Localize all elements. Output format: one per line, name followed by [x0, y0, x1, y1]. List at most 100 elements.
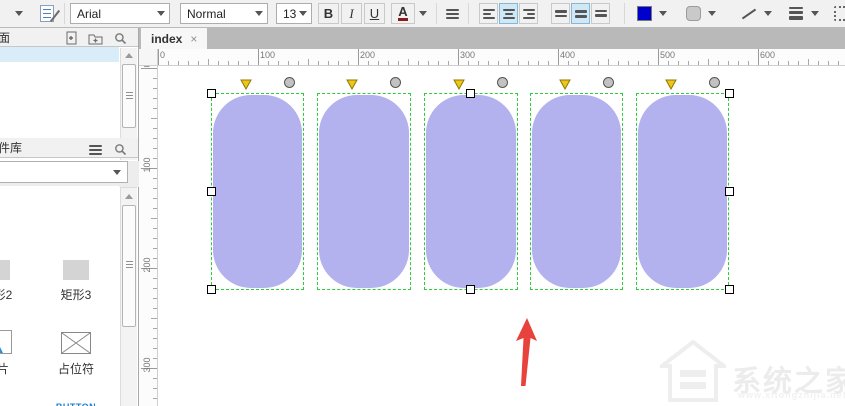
- underline-button[interactable]: U: [364, 3, 385, 24]
- bullet-list-button[interactable]: [441, 3, 463, 24]
- selected-widget[interactable]: [530, 93, 623, 290]
- resize-handle[interactable]: [466, 89, 475, 98]
- resize-handle[interactable]: [725, 187, 734, 196]
- library-item[interactable]: 图片: [0, 328, 37, 377]
- resize-handle[interactable]: [207, 89, 216, 98]
- font-color-button[interactable]: A: [391, 3, 415, 24]
- selected-widget[interactable]: [424, 93, 518, 290]
- bullet-list-icon: [445, 8, 459, 19]
- chevron-down-icon: [15, 11, 23, 16]
- library-item[interactable]: [0, 402, 37, 406]
- valign-middle-button[interactable]: [571, 3, 590, 24]
- line-color-dropdown[interactable]: [761, 3, 775, 24]
- ruler-tick: [278, 61, 279, 65]
- line-width-button[interactable]: [785, 3, 807, 24]
- library-scrollbar[interactable]: [120, 187, 137, 406]
- library-select[interactable]: [0, 161, 128, 183]
- v-ruler-label: 200: [142, 257, 152, 273]
- ruler-tick: [153, 248, 157, 249]
- selected-widget[interactable]: [317, 93, 411, 290]
- chevron-down-icon: [708, 11, 716, 16]
- ruler-tick: [158, 49, 159, 65]
- corner-radius-dropdown[interactable]: [705, 3, 719, 24]
- library-item[interactable]: BUTTON: [36, 402, 116, 406]
- font-color-dropdown[interactable]: [416, 3, 430, 24]
- ruler-tick: [518, 61, 519, 65]
- line-color-button[interactable]: [738, 3, 760, 24]
- valign-top-icon: [554, 10, 567, 17]
- ruler-tick: [178, 61, 179, 65]
- font-family-select[interactable]: Arial: [70, 3, 170, 24]
- search-icon[interactable]: [112, 142, 128, 156]
- valign-top-button[interactable]: [551, 3, 570, 24]
- ruler-tick: [153, 238, 157, 239]
- valign-bottom-button[interactable]: [591, 3, 610, 24]
- format-painter-button[interactable]: [34, 3, 61, 24]
- library-panel-title: 元件库: [0, 141, 23, 155]
- rounded-rectangle-widget[interactable]: [532, 95, 621, 288]
- selected-widget[interactable]: [636, 93, 729, 290]
- rounded-rectangle-widget[interactable]: [319, 95, 409, 288]
- search-icon[interactable]: [112, 31, 128, 45]
- line-color-icon: [741, 8, 757, 19]
- line-style-button[interactable]: [830, 3, 845, 24]
- align-left-button[interactable]: [479, 3, 498, 24]
- ruler-tick: [153, 88, 157, 89]
- fill-color-dropdown[interactable]: [656, 3, 670, 24]
- align-right-button[interactable]: [519, 3, 538, 24]
- fill-color-button[interactable]: [634, 3, 654, 24]
- tab-index[interactable]: index ×: [141, 28, 208, 49]
- ruler-tick: [153, 308, 157, 309]
- library-item[interactable]: 占位符: [36, 328, 116, 377]
- ruler-tick: [268, 61, 269, 65]
- ruler-tick: [198, 61, 199, 65]
- rounded-rectangle-widget[interactable]: [426, 95, 516, 288]
- h-ruler-label: 0: [160, 50, 166, 60]
- add-page-icon[interactable]: [64, 31, 80, 45]
- rounded-rectangle-widget[interactable]: [638, 95, 727, 288]
- toolbar-separator: [624, 3, 625, 24]
- add-folder-icon[interactable]: [87, 31, 103, 45]
- ruler-tick: [153, 288, 157, 289]
- h-ruler-label: 200: [360, 50, 376, 60]
- placeholder-icon: [36, 328, 116, 354]
- ruler-tick: [698, 61, 699, 65]
- font-style-select[interactable]: Normal: [180, 3, 268, 24]
- library-item[interactable]: 矩形3: [36, 254, 116, 303]
- library-scrollbar-thumb[interactable]: [122, 205, 136, 327]
- selected-widget[interactable]: [211, 93, 304, 290]
- line-width-icon: [789, 7, 803, 20]
- italic-button[interactable]: I: [341, 3, 362, 24]
- ruler-tick: [498, 61, 499, 65]
- resize-handle[interactable]: [466, 285, 475, 294]
- ruler-tick: [418, 61, 419, 65]
- font-size-select[interactable]: 13: [276, 3, 312, 24]
- resize-handle[interactable]: [207, 285, 216, 294]
- chevron-down-icon: [811, 11, 819, 16]
- scroll-up-icon[interactable]: [125, 194, 133, 199]
- toolbar-overflow-dropdown[interactable]: [10, 3, 28, 24]
- pages-scrollbar-thumb[interactable]: [122, 64, 136, 128]
- ruler-tick: [318, 61, 319, 65]
- chevron-down-icon: [255, 11, 263, 16]
- rect-icon: [0, 254, 37, 280]
- page-tree-selected-item[interactable]: [0, 47, 119, 62]
- format-toolbar: Arial Normal 13 B I U A: [0, 0, 845, 28]
- corner-radius-button[interactable]: [683, 3, 703, 24]
- close-icon[interactable]: ×: [190, 32, 197, 46]
- resize-handle[interactable]: [207, 187, 216, 196]
- ruler-tick: [153, 348, 157, 349]
- ruler-tick: [153, 148, 157, 149]
- hamburger-menu-icon[interactable]: [87, 143, 103, 157]
- library-item[interactable]: 矩形2: [0, 254, 37, 303]
- scroll-up-icon[interactable]: [125, 53, 133, 58]
- resize-handle[interactable]: [725, 285, 734, 294]
- rounded-rectangle-widget[interactable]: [213, 95, 302, 288]
- ruler-tick: [153, 258, 157, 259]
- line-width-dropdown[interactable]: [808, 3, 822, 24]
- resize-handle[interactable]: [725, 89, 734, 98]
- ruler-tick: [588, 61, 589, 65]
- align-center-button[interactable]: [499, 3, 518, 24]
- button-pill-icon: [0, 402, 37, 406]
- bold-button[interactable]: B: [318, 3, 339, 24]
